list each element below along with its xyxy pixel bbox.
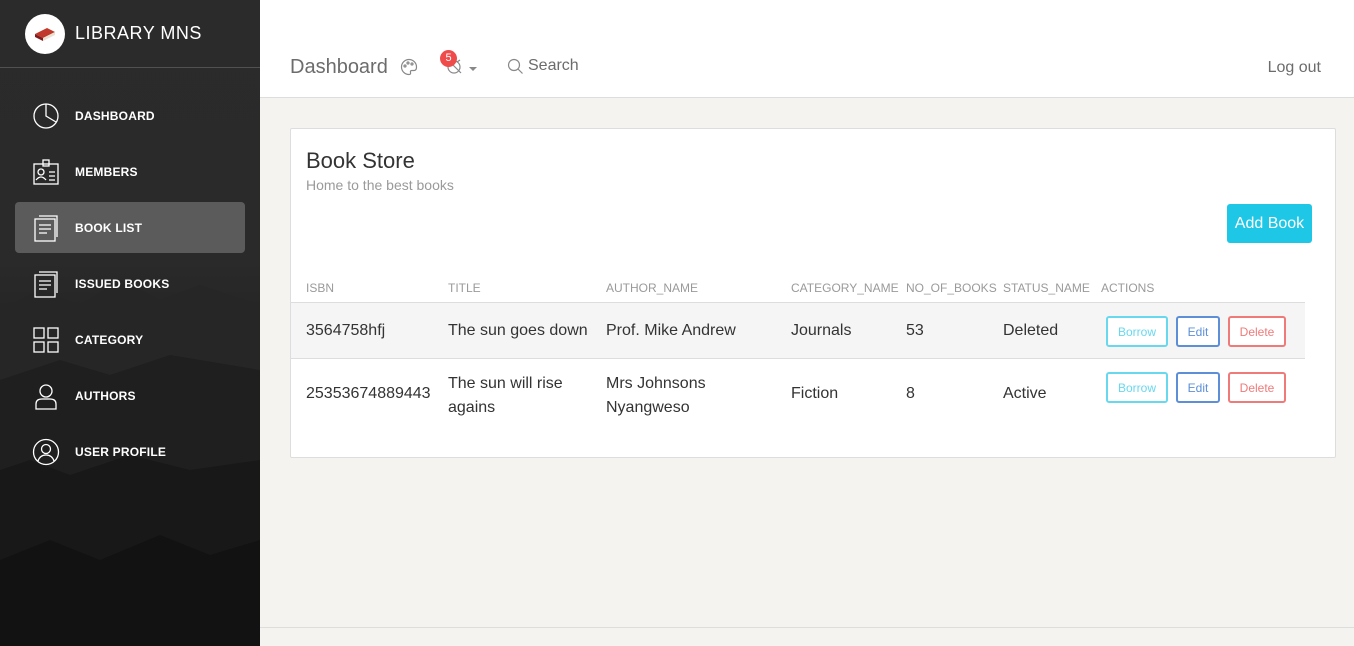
app-title: LIBRARY MNS xyxy=(75,23,202,43)
sidebar-item-issued-books[interactable]: ISSUED BOOKS xyxy=(15,258,245,309)
cell-author-line: Nyangweso xyxy=(606,399,690,416)
sidebar-item-label: USER PROFILE xyxy=(75,444,167,459)
add-book-button[interactable]: Add Book xyxy=(1227,204,1312,243)
top-navbar: Dashboard 5 Search Log out xyxy=(260,0,1354,98)
card-title: Book Store xyxy=(306,148,415,173)
cell-isbn: 3564758hfj xyxy=(306,322,386,339)
cell-title-line: agains xyxy=(448,399,496,416)
search-label: Search xyxy=(528,57,579,74)
column-header-title: TITLE xyxy=(448,281,481,295)
sidebar-item-label: DASHBOARD xyxy=(75,108,155,123)
cell-count: 8 xyxy=(906,385,915,402)
column-header-author: AUTHOR_NAME xyxy=(606,281,699,295)
cell-title: The sun goes down xyxy=(448,322,588,339)
column-header-category: CATEGORY_NAME xyxy=(791,281,899,295)
sidebar-item-dashboard[interactable]: DASHBOARD xyxy=(15,90,245,141)
cell-count: 53 xyxy=(906,322,924,339)
cell-category: Journals xyxy=(791,322,852,339)
column-header-count: NO_OF_BOOKS xyxy=(906,281,997,295)
borrow-button[interactable]: Borrow xyxy=(1106,372,1168,403)
cell-author: Prof. Mike Andrew xyxy=(606,322,736,339)
sidebar-item-label: CATEGORY xyxy=(75,332,144,347)
column-header-status: STATUS_NAME xyxy=(1003,281,1090,295)
sidebar-item-book-list[interactable]: BOOK LIST xyxy=(15,202,245,253)
sidebar-item-label: MEMBERS xyxy=(75,164,138,179)
logout-link[interactable]: Log out xyxy=(1268,59,1321,77)
search-link[interactable]: Search xyxy=(507,57,579,75)
sidebar-item-label: AUTHORS xyxy=(75,388,136,403)
id-card-icon xyxy=(31,157,61,187)
cell-status: Active xyxy=(1003,385,1047,402)
table-row: 25353674889443 The sun will rise agains … xyxy=(291,359,1305,419)
search-icon xyxy=(507,58,523,74)
edit-button[interactable]: Edit xyxy=(1176,372,1220,403)
footer-divider xyxy=(260,627,1354,628)
sidebar-item-members[interactable]: MEMBERS xyxy=(15,146,245,197)
sidebar-item-category[interactable]: CATEGORY xyxy=(15,314,245,365)
edit-button[interactable]: Edit xyxy=(1176,316,1220,347)
notification-badge: 5 xyxy=(440,50,457,67)
cell-isbn: 25353674889443 xyxy=(306,385,431,402)
document-list-icon xyxy=(31,269,61,299)
grid-icon xyxy=(31,325,61,355)
cell-author-line: Mrs Johnsons xyxy=(606,375,706,392)
user-circle-icon xyxy=(31,437,61,467)
delete-button[interactable]: Delete xyxy=(1228,372,1286,403)
delete-button[interactable]: Delete xyxy=(1228,316,1286,347)
sidebar-item-label: ISSUED BOOKS xyxy=(75,276,170,291)
chevron-down-icon xyxy=(469,67,477,71)
sidebar: LIBRARY MNS DASHBOARD MEMBERS BOOK LIST … xyxy=(0,0,260,646)
table-row: 3564758hfj The sun goes down Prof. Mike … xyxy=(291,302,1305,359)
book-store-card: Book Store Home to the best books Add Bo… xyxy=(290,128,1336,458)
sidebar-logo[interactable]: LIBRARY MNS xyxy=(0,0,260,68)
sidebar-item-authors[interactable]: AUTHORS xyxy=(15,370,245,421)
book-logo-icon xyxy=(25,13,65,54)
cell-status: Deleted xyxy=(1003,322,1059,339)
cell-title-line: The sun will rise xyxy=(448,375,563,392)
navbar-brand[interactable]: Dashboard xyxy=(290,56,388,79)
cell-category: Fiction xyxy=(791,385,839,402)
sidebar-item-label: BOOK LIST xyxy=(75,220,143,235)
palette-icon[interactable] xyxy=(400,58,418,76)
borrow-button[interactable]: Borrow xyxy=(1106,316,1168,347)
cell-author: Mrs Johnsons Nyangweso xyxy=(606,372,706,420)
column-header-actions: ACTIONS xyxy=(1101,281,1155,295)
sidebar-nav: DASHBOARD MEMBERS BOOK LIST ISSUED BOOKS… xyxy=(0,90,260,477)
card-subtitle: Home to the best books xyxy=(306,177,454,193)
document-list-icon xyxy=(31,213,61,243)
user-icon xyxy=(31,381,61,411)
pie-chart-icon xyxy=(31,101,61,131)
column-header-isbn: ISBN xyxy=(306,281,335,295)
sidebar-item-user-profile[interactable]: USER PROFILE xyxy=(15,426,245,477)
cell-title: The sun will rise agains xyxy=(448,372,563,420)
